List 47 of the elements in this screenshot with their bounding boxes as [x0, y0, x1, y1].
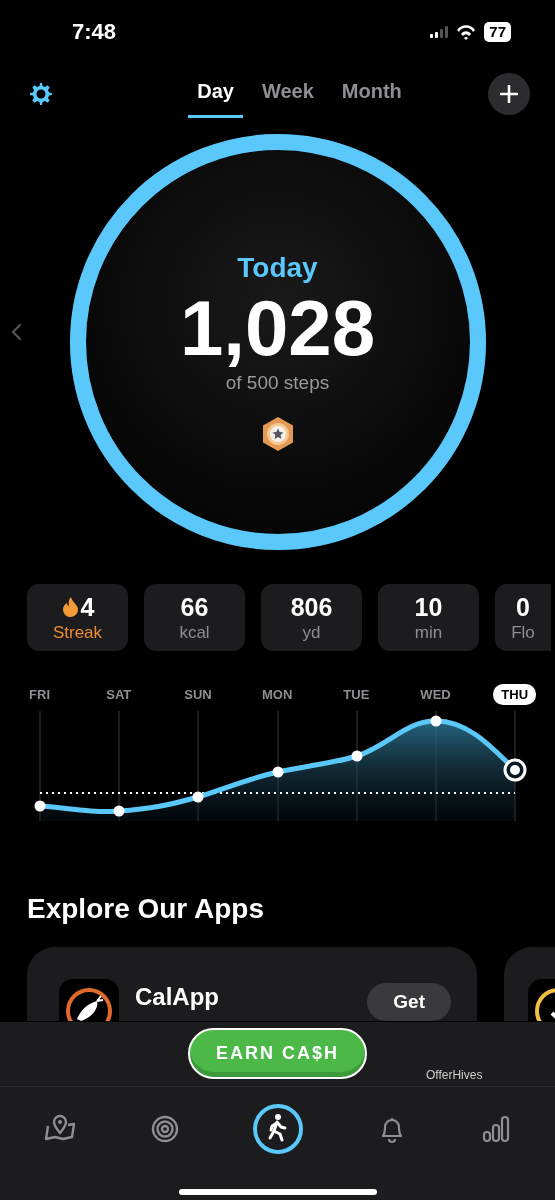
day-label[interactable]: SUN	[176, 684, 220, 705]
app-card[interactable]	[504, 947, 555, 1021]
wifi-icon	[456, 24, 477, 40]
data-point[interactable]	[351, 750, 363, 762]
app-name: CalApp	[135, 983, 220, 1011]
step-count: 1,028	[179, 286, 376, 370]
stat-value: 66	[180, 592, 209, 621]
stat-value: 0	[516, 592, 530, 621]
ring-title: Today	[237, 252, 318, 284]
data-point[interactable]	[272, 766, 284, 778]
carrot-icon	[59, 979, 119, 1021]
get-button[interactable]: Get	[367, 983, 451, 1021]
previous-day-icon[interactable]	[11, 323, 22, 341]
app-card[interactable]: CalApp Get	[27, 947, 477, 1021]
day-label[interactable]: THU	[493, 684, 537, 705]
period-tab[interactable]: Day	[188, 70, 243, 118]
walking-person-icon[interactable]	[252, 1103, 304, 1155]
battery-indicator: 77	[484, 22, 511, 42]
day-label[interactable]: TUE	[335, 684, 378, 705]
data-point[interactable]	[192, 791, 204, 803]
day-label[interactable]: FRI	[21, 684, 59, 705]
plus-icon	[500, 85, 518, 103]
stat-value: 806	[290, 592, 333, 621]
period-tab[interactable]: Week	[252, 70, 323, 118]
day-label[interactable]: WED	[412, 684, 459, 705]
day-label[interactable]: MON	[254, 684, 301, 705]
period-tab[interactable]: Month	[332, 70, 411, 118]
settings-icon[interactable]	[29, 82, 53, 106]
sponsor-label: OfferHives	[426, 1068, 483, 1082]
add-button[interactable]	[488, 73, 530, 115]
stat-label: min	[414, 622, 443, 643]
stat-value: 10	[414, 592, 443, 621]
selected-point[interactable]	[503, 758, 527, 782]
data-point[interactable]	[113, 805, 125, 817]
status-time: 7:48	[72, 19, 117, 45]
data-point[interactable]	[430, 715, 442, 727]
data-point[interactable]	[34, 800, 46, 812]
signal-icon	[430, 26, 449, 38]
flame-icon	[60, 595, 80, 618]
stat-label: kcal	[179, 622, 210, 643]
stat-label: yd	[302, 622, 321, 643]
step-goal: of 500 steps	[225, 372, 330, 394]
stat-label: Streak	[52, 622, 103, 643]
stat-label: Flo	[511, 622, 535, 643]
day-label[interactable]: SAT	[98, 684, 140, 705]
stat-value: 4	[80, 592, 95, 621]
section-title: Explore Our Apps	[27, 893, 265, 925]
